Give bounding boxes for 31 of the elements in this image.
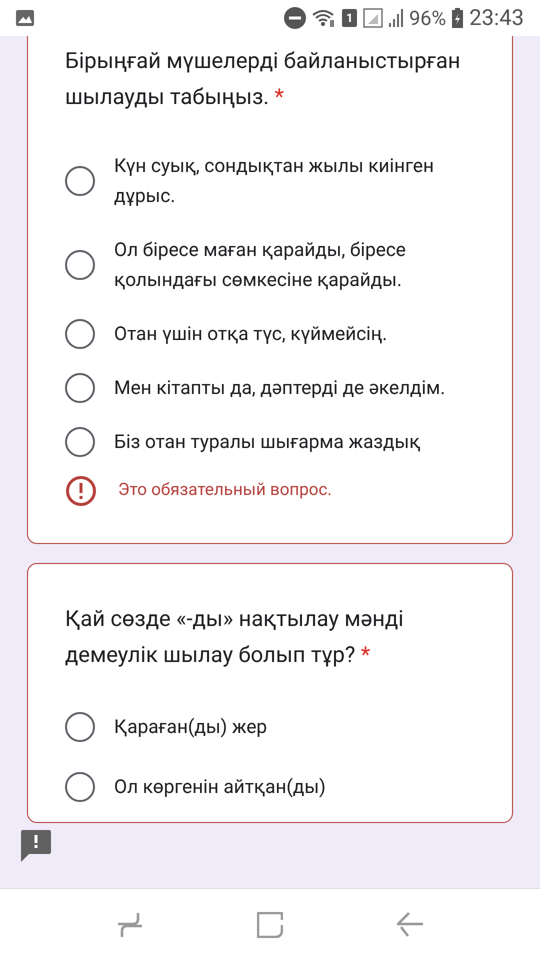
radio-button[interactable] — [65, 772, 95, 802]
do-not-disturb-icon — [284, 7, 306, 29]
option-label: Біз отан туралы шығарма жаздық — [114, 429, 420, 455]
option-label: Күн суық, сондықтан жылы киінген дұрыс. — [114, 153, 435, 209]
signal-icon — [363, 8, 384, 28]
recent-apps-icon[interactable] — [117, 912, 143, 938]
signal-icon — [389, 9, 404, 27]
option-label: Қараған(ды) жер — [114, 714, 268, 740]
option-label: Мен кітапты да, дәптерді де әкелдім. — [114, 375, 446, 401]
option-label: Ол біресе маған қарайды, біресе қолындағы сөмкесіне қарайды. — [114, 237, 407, 293]
error-icon — [65, 475, 97, 507]
option-label: Отан үшін отқа түс, күймейсің. — [114, 321, 388, 347]
error-message: Это обязательный вопрос. — [118, 479, 332, 502]
option-label: Ол көргенін айтқан(ды) — [114, 774, 326, 800]
feedback-icon[interactable] — [21, 830, 51, 862]
wifi-icon — [312, 8, 336, 28]
radio-button[interactable] — [65, 427, 95, 457]
radio-button[interactable] — [65, 166, 95, 196]
radio-button[interactable] — [65, 319, 95, 349]
sim-badge: 1 — [342, 9, 358, 27]
back-icon[interactable] — [397, 912, 423, 938]
radio-button[interactable] — [65, 712, 95, 742]
question-title: Бірыңғай мүшелерді байланыстырған шылауды табыңыз. * — [65, 48, 462, 112]
battery-icon — [452, 8, 464, 28]
clock: 23:43 — [469, 4, 524, 32]
question-title: Қай сөзде «-ды» нақтылау мәнді демеулік шылау болып тұр? * — [65, 606, 405, 670]
radio-button[interactable] — [65, 373, 95, 403]
battery-percent: 96% — [409, 5, 446, 32]
image-icon — [16, 10, 34, 26]
home-button-icon[interactable] — [257, 912, 283, 938]
radio-button[interactable] — [65, 250, 95, 280]
